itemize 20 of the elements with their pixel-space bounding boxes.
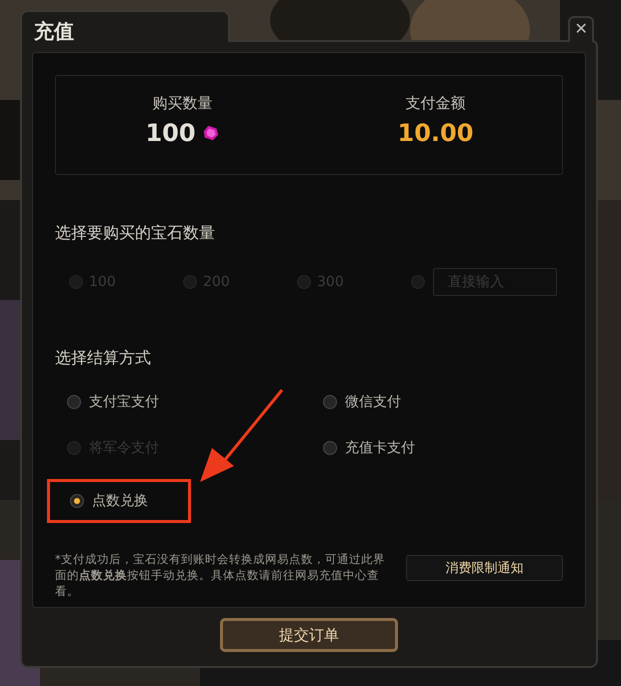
amount-value: 10.00 xyxy=(398,119,474,147)
option-label: 支付宝支付 xyxy=(89,393,159,411)
option-label: 点数兑换 xyxy=(92,492,148,510)
radio-button[interactable] xyxy=(70,494,84,508)
radio-button[interactable] xyxy=(323,441,337,455)
radio-button[interactable] xyxy=(323,395,337,409)
section-heading: 选择要购买的宝石数量 xyxy=(55,223,216,244)
close-button[interactable]: ✕ xyxy=(568,16,594,42)
amount-label: 支付金额 xyxy=(406,94,466,113)
option-label: 微信支付 xyxy=(345,393,401,411)
submit-button[interactable]: 提交订单 xyxy=(220,618,398,652)
window-title: 充值 xyxy=(34,19,74,43)
section-heading: 选择结算方式 xyxy=(55,348,152,369)
quantity-label: 购买数量 xyxy=(152,94,212,113)
note-text: *支付成功后，宝石没有到账时会转换成网易点数，可通过此界面的点数兑换按钮手动兑换。具体点数请前往网易充值中心查看。 xyxy=(55,551,386,599)
gem-icon xyxy=(202,124,220,142)
limit-notice-button[interactable]: 消费限制通知 xyxy=(406,555,563,581)
option-label: 充值卡支付 xyxy=(345,439,415,457)
radio-button[interactable] xyxy=(67,395,81,409)
quantity-value: 100 xyxy=(145,119,196,147)
